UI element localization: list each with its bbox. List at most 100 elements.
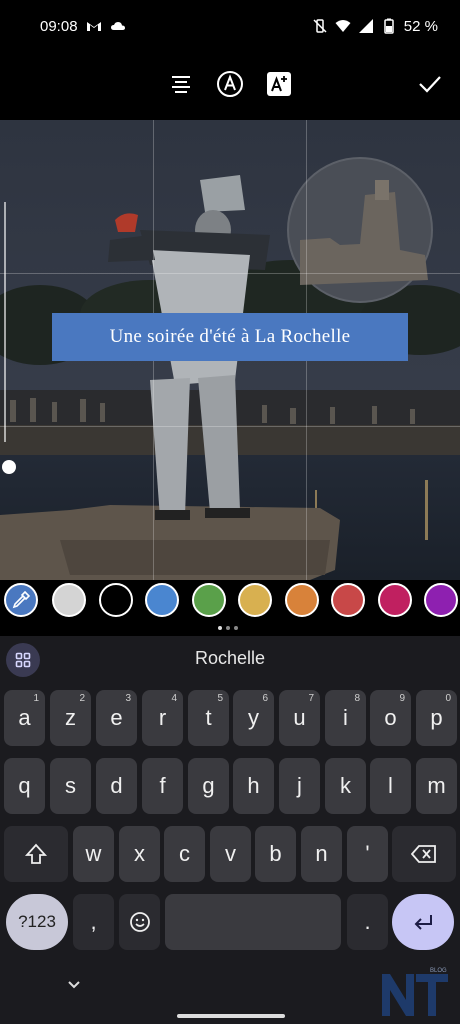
- color-swatch[interactable]: [331, 583, 365, 617]
- text-editor-toolbar: [0, 52, 460, 120]
- text-caption[interactable]: Une soirée d'été à La Rochelle: [52, 313, 408, 361]
- key-d[interactable]: d: [96, 758, 137, 814]
- period-key[interactable]: .: [347, 894, 388, 950]
- key-w[interactable]: w: [73, 826, 114, 882]
- shift-key[interactable]: [4, 826, 68, 882]
- key-n[interactable]: n: [301, 826, 342, 882]
- key-u[interactable]: u7: [279, 690, 320, 746]
- key-p[interactable]: p0: [416, 690, 457, 746]
- key-j[interactable]: j: [279, 758, 320, 814]
- page-dot: [226, 626, 230, 630]
- color-swatch[interactable]: [145, 583, 179, 617]
- page-dot: [234, 626, 238, 630]
- status-bar: 09:08 52 %: [0, 0, 460, 52]
- key-label: p: [430, 705, 443, 730]
- grid-line: [0, 273, 460, 274]
- key-o[interactable]: o9: [370, 690, 411, 746]
- clock: 09:08: [40, 17, 78, 35]
- key-s[interactable]: s: [50, 758, 91, 814]
- vibrate-off-icon: [313, 19, 327, 33]
- comma-key[interactable]: ,: [73, 894, 114, 950]
- key-apostrophe[interactable]: ': [347, 826, 388, 882]
- key-label: b: [269, 841, 282, 866]
- text-size-slider-thumb[interactable]: [2, 460, 16, 474]
- color-swatch[interactable]: [191, 583, 226, 617]
- key-label: t: [205, 705, 212, 730]
- key-label: v: [225, 841, 236, 866]
- key-label: ,: [90, 909, 97, 934]
- align-center-button[interactable]: [165, 68, 197, 100]
- key-label: m: [427, 773, 446, 798]
- navigation-bar: BLOG: [0, 964, 460, 1024]
- key-x[interactable]: x: [119, 826, 160, 882]
- key-hint: 4: [171, 693, 177, 704]
- color-swatch[interactable]: [98, 583, 133, 617]
- backspace-key[interactable]: [392, 826, 456, 882]
- key-label: a: [18, 705, 31, 730]
- enter-key[interactable]: [392, 894, 454, 950]
- key-hint: 5: [217, 693, 223, 704]
- key-l[interactable]: l: [370, 758, 411, 814]
- key-label: g: [202, 773, 215, 798]
- key-b[interactable]: b: [255, 826, 296, 882]
- gmail-icon: [86, 22, 101, 31]
- key-k[interactable]: k: [325, 758, 366, 814]
- hide-keyboard-icon[interactable]: [64, 978, 84, 992]
- key-hint: 6: [262, 693, 268, 704]
- space-bar[interactable]: [165, 894, 341, 950]
- grid-line: [0, 426, 460, 427]
- backspace-icon: [411, 845, 436, 863]
- key-label: q: [18, 773, 31, 798]
- color-swatch[interactable]: [377, 583, 412, 617]
- symbols-key[interactable]: ?123: [6, 894, 68, 950]
- key-label: w: [85, 841, 102, 866]
- color-swatch[interactable]: [238, 583, 272, 617]
- text-size-slider[interactable]: [2, 202, 16, 474]
- key-c[interactable]: c: [164, 826, 205, 882]
- key-f[interactable]: f: [142, 758, 183, 814]
- battery-level: 52 %: [403, 17, 438, 35]
- key-hint: 1: [33, 693, 39, 704]
- on-screen-keyboard: Rochelle a1z2e3r4t5y6u7i8o9p0qsdfghjklmw…: [0, 636, 460, 1024]
- key-v[interactable]: v: [210, 826, 251, 882]
- text-background-button[interactable]: [263, 68, 295, 100]
- emoji-key[interactable]: [119, 894, 160, 950]
- wifi-icon: [335, 20, 351, 32]
- key-hint: 9: [399, 693, 405, 704]
- key-label: x: [134, 841, 145, 866]
- key-e[interactable]: e3: [96, 690, 137, 746]
- eyedropper-button[interactable]: [4, 583, 38, 617]
- key-r[interactable]: r4: [142, 690, 183, 746]
- key-i[interactable]: i8: [325, 690, 366, 746]
- palette-page-indicator: [218, 626, 238, 630]
- key-q[interactable]: q: [4, 758, 45, 814]
- color-swatch[interactable]: [424, 583, 458, 617]
- key-h[interactable]: h: [233, 758, 274, 814]
- key-y[interactable]: y6: [233, 690, 274, 746]
- done-button[interactable]: [414, 68, 446, 100]
- word-suggestion[interactable]: Rochelle: [0, 648, 460, 669]
- key-m[interactable]: m: [416, 758, 457, 814]
- key-label: e: [110, 705, 123, 730]
- font-style-button[interactable]: [214, 68, 246, 100]
- key-label: f: [159, 773, 166, 798]
- eyedropper-icon: [12, 590, 31, 609]
- photo-canvas[interactable]: Une soirée d'été à La Rochelle: [0, 120, 460, 580]
- key-label: i: [343, 705, 348, 730]
- key-label: d: [110, 773, 123, 798]
- key-label: z: [65, 705, 76, 730]
- key-z[interactable]: z2: [50, 690, 91, 746]
- key-label: n: [315, 841, 328, 866]
- key-hint: 0: [445, 693, 451, 704]
- signal-icon: [358, 19, 373, 33]
- key-label: l: [388, 773, 393, 798]
- key-g[interactable]: g: [188, 758, 229, 814]
- key-t[interactable]: t5: [188, 690, 229, 746]
- color-palette: [0, 580, 460, 636]
- suggestion-bar: Rochelle: [0, 636, 460, 682]
- gesture-handle[interactable]: [177, 1014, 285, 1018]
- key-label: s: [65, 773, 76, 798]
- color-swatch[interactable]: [284, 583, 319, 617]
- key-a[interactable]: a1: [4, 690, 45, 746]
- color-swatch[interactable]: [52, 583, 86, 617]
